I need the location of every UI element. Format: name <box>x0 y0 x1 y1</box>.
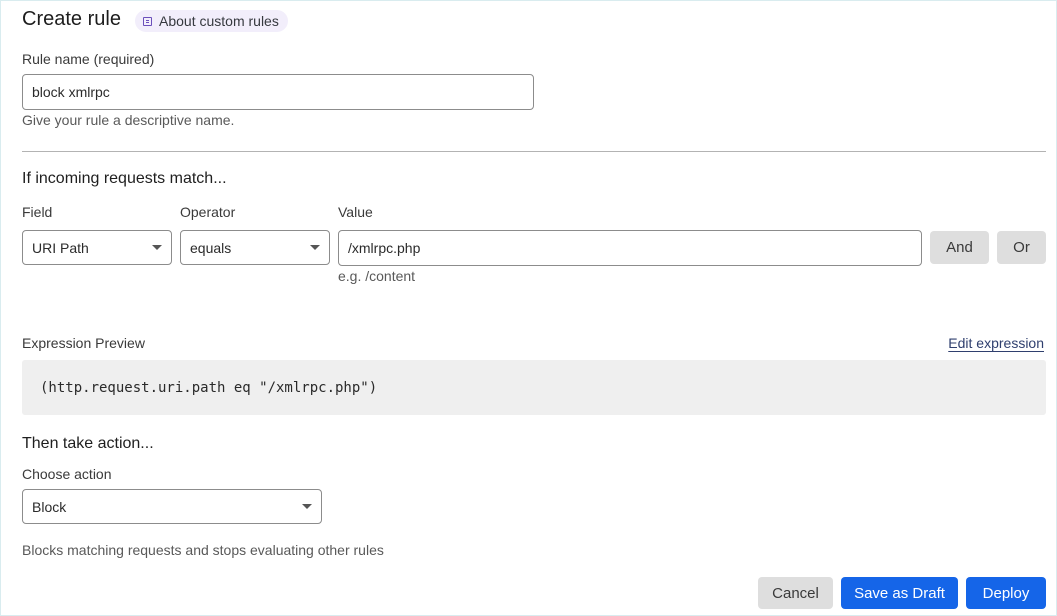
about-custom-rules-label: About custom rules <box>159 13 279 29</box>
value-input[interactable]: /xmlrpc.php <box>338 230 922 266</box>
create-rule-panel: Create rule About custom rules Rule name… <box>0 0 1057 616</box>
expression-preview: (http.request.uri.path eq "/xmlrpc.php") <box>22 360 1046 415</box>
action-section-title: Then take action... <box>22 435 154 452</box>
save-as-draft-button[interactable]: Save as Draft <box>841 577 958 609</box>
expression-text: (http.request.uri.path eq "/xmlrpc.php") <box>40 379 378 396</box>
value-input-value: /xmlrpc.php <box>348 240 421 256</box>
chevron-down-icon <box>302 504 312 509</box>
edit-expression-link[interactable]: Edit expression <box>948 335 1044 351</box>
deploy-button[interactable]: Deploy <box>966 577 1046 609</box>
operator-label: Operator <box>180 204 236 220</box>
or-button[interactable]: Or <box>997 231 1046 264</box>
operator-select-value: equals <box>190 239 232 256</box>
and-button[interactable]: And <box>930 231 989 264</box>
match-section-title: If incoming requests match... <box>22 170 227 187</box>
action-select[interactable]: Block <box>22 489 322 524</box>
chevron-down-icon <box>310 245 320 250</box>
choose-action-label: Choose action <box>22 466 112 482</box>
action-description: Blocks matching requests and stops evalu… <box>22 542 384 558</box>
rule-name-hint: Give your rule a descriptive name. <box>22 112 235 128</box>
field-select[interactable]: URI Path <box>22 230 172 265</box>
action-select-value: Block <box>32 498 67 515</box>
field-label: Field <box>22 204 53 220</box>
value-label: Value <box>338 204 373 220</box>
value-hint: e.g. /content <box>338 268 416 284</box>
expression-preview-label: Expression Preview <box>22 335 145 351</box>
rule-name-value: block xmlrpc <box>32 84 110 100</box>
field-select-value: URI Path <box>32 239 89 256</box>
chevron-down-icon <box>152 245 162 250</box>
rule-name-input[interactable]: block xmlrpc <box>22 74 534 110</box>
about-custom-rules-link[interactable]: About custom rules <box>135 10 288 32</box>
page-title: Create rule <box>22 8 121 30</box>
section-divider <box>22 151 1046 152</box>
rule-name-label: Rule name (required) <box>22 51 155 67</box>
operator-select[interactable]: equals <box>180 230 330 265</box>
book-icon <box>143 16 152 26</box>
cancel-button[interactable]: Cancel <box>758 577 833 609</box>
